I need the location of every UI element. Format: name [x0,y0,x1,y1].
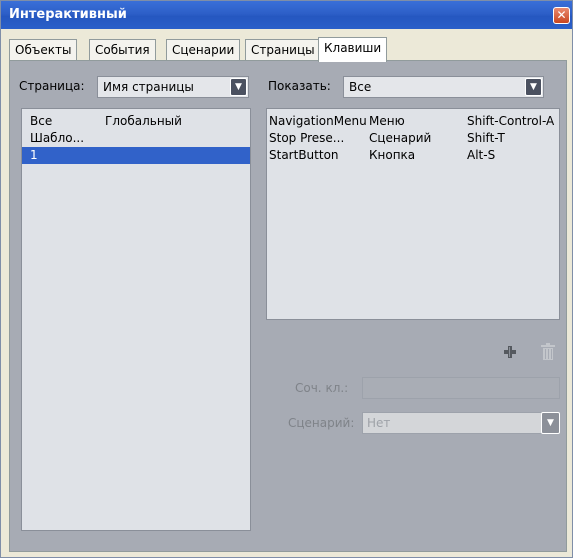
page-name: Шабло... [30,131,85,145]
page-scope: Глобальный [105,114,182,128]
scenario-select-value: Нет [367,416,391,430]
tab-scenarios[interactable]: Сценарии [166,39,241,61]
tab-keys[interactable]: Клавиши [318,37,388,62]
close-button[interactable]: ✕ [553,7,570,24]
scenario-dropdown[interactable]: ▼ [541,412,560,434]
show-select-value: Все [349,80,372,94]
delete-button[interactable] [540,343,556,360]
close-icon: ✕ [556,8,567,22]
list-item-selected[interactable]: 1 [22,147,250,164]
table-row[interactable]: NavigationMenu Меню Shift-Control-A [267,113,559,130]
page-select[interactable]: Имя страницы ▼ [97,76,249,98]
table-row[interactable]: Stop Prese... Сценарий Shift-T [267,130,559,147]
chevron-down-icon[interactable]: ▼ [525,78,542,96]
add-button[interactable] [502,344,518,360]
chevron-down-icon[interactable]: ▼ [230,78,247,96]
page-name: 1 [30,148,38,162]
scenario-select[interactable]: Нет [362,412,542,434]
plus-icon [504,346,516,358]
shortcut-type: Кнопка [369,148,416,162]
shortcut-type: Меню [369,114,405,128]
title-bar[interactable]: Интерактивный ✕ [1,1,572,29]
scenario-label: Сценарий: [288,416,355,430]
table-row[interactable]: StartButton Кнопка Alt-S [267,147,559,164]
window-title: Интерактивный [9,7,127,22]
page-label: Страница: [19,79,85,93]
show-label: Показать: [268,79,331,93]
shortcut-field[interactable] [362,377,560,399]
tab-events[interactable]: События [89,39,156,61]
dialog-window: Интерактивный ✕ Объекты События Сценарии… [0,0,573,558]
pages-list[interactable]: Все Глобальный Шабло... 1 [21,108,251,531]
tab-panel: Страница: Имя страницы ▼ Все Глобальный … [9,60,567,552]
list-item[interactable]: Шабло... [22,130,250,147]
shortcut-key: Alt-S [467,148,496,162]
chevron-down-icon[interactable]: ▼ [541,412,560,434]
show-select[interactable]: Все ▼ [343,76,544,98]
shortcut-key: Shift-T [467,131,505,145]
list-item[interactable]: Все Глобальный [22,113,250,130]
shortcut-object: NavigationMenu [269,114,367,128]
shortcut-object: StartButton [269,148,339,162]
tab-objects[interactable]: Объекты [9,39,78,61]
shortcut-key: Shift-Control-A [467,114,555,128]
shortcut-object: Stop Prese... [269,131,345,145]
page-name: Все [30,114,53,128]
shortcut-label: Соч. кл.: [295,381,349,395]
shortcut-type: Сценарий [369,131,432,145]
page-select-value: Имя страницы [103,80,194,94]
shortcuts-list[interactable]: NavigationMenu Меню Shift-Control-A Stop… [266,108,560,320]
trash-icon [541,343,555,360]
tab-pages[interactable]: Страницы [245,39,321,61]
